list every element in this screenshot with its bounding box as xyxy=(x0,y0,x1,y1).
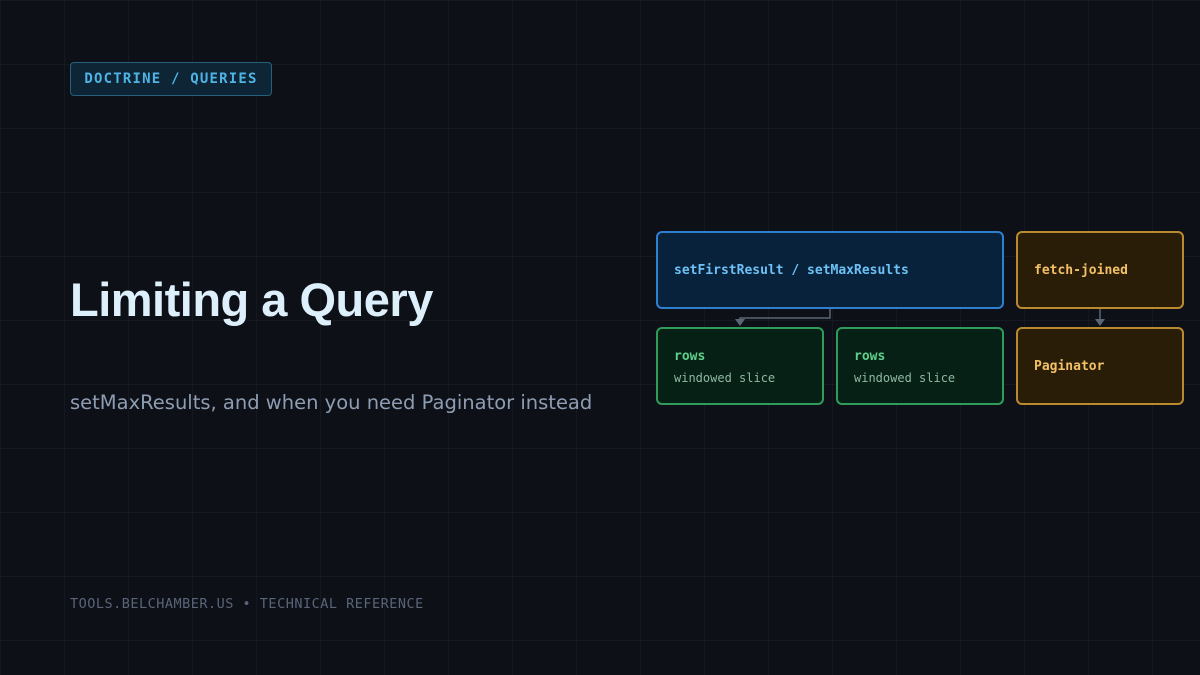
node-label: rows xyxy=(674,349,706,364)
node-label: setFirstResult / setMaxResults xyxy=(674,263,909,278)
node-rows-b: rows windowed slice xyxy=(836,327,1004,405)
node-paginator: Paginator xyxy=(1016,327,1184,405)
node-fetch-joined: fetch-joined xyxy=(1016,231,1184,309)
arrowhead-rows xyxy=(735,319,745,326)
node-set-results: setFirstResult / setMaxResults xyxy=(656,231,1004,309)
node-label: rows xyxy=(854,349,886,364)
node-sublabel: windowed slice xyxy=(854,371,956,385)
node-sublabel: windowed slice xyxy=(674,371,776,385)
arrowhead-paginator xyxy=(1095,319,1105,326)
connector-set-to-rows xyxy=(739,308,831,322)
node-rows-a: rows windowed slice xyxy=(656,327,824,405)
node-label: Paginator xyxy=(1034,359,1105,374)
node-label: fetch-joined xyxy=(1034,263,1128,278)
